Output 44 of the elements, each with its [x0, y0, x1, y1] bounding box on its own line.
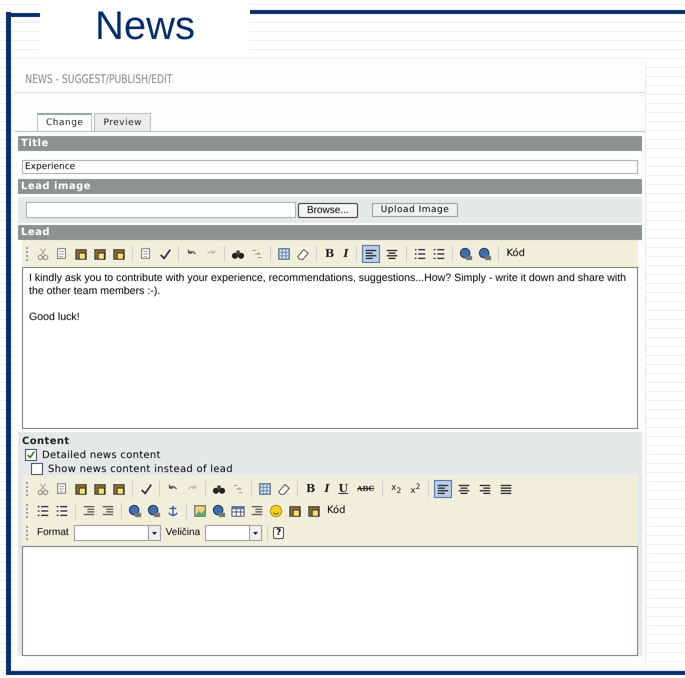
lead-paragraph: Good luck! [29, 311, 81, 324]
checkbox-label: Show news content instead of lead [48, 464, 233, 474]
upload-button[interactable]: Upload Image [372, 203, 458, 217]
cut-icon[interactable] [35, 246, 51, 262]
page-heading: NEWS - SUGGEST/PUBLISH/EDIT [24, 71, 174, 88]
checkbox[interactable] [25, 449, 37, 461]
format-button[interactable]: B [322, 247, 338, 260]
align-left-icon[interactable] [434, 480, 452, 498]
checkbox-label: Detailed news content [42, 450, 161, 460]
script-button[interactable]: x$_{2}$ [388, 482, 404, 494]
section-header: Lead image [18, 179, 642, 194]
browse-button[interactable]: Browse... [298, 202, 358, 218]
unlink-icon[interactable] [146, 502, 162, 518]
image-icon[interactable] [192, 502, 208, 518]
cut-icon[interactable] [35, 480, 51, 496]
format-dropdown[interactable] [74, 524, 161, 540]
format-button[interactable]: B [303, 482, 318, 495]
section-header: Title [18, 136, 642, 151]
size-label: Veličina [166, 527, 200, 538]
help-button[interactable]: ? [273, 526, 284, 538]
title-field[interactable]: Experience [22, 160, 638, 174]
format-button[interactable]: U [335, 482, 352, 495]
source-code-button[interactable]: Kód [325, 505, 348, 516]
size-dropdown[interactable] [205, 524, 262, 540]
tab[interactable]: Change [37, 113, 92, 131]
format-label: Format [37, 527, 69, 538]
align-left-icon[interactable] [362, 244, 380, 262]
checkbox[interactable] [31, 463, 43, 475]
file-path-field[interactable] [26, 202, 296, 218]
tab[interactable]: Preview [94, 113, 152, 131]
format-button[interactable]: I [340, 247, 352, 260]
link-icon[interactable] [127, 502, 143, 518]
link-icon[interactable] [458, 246, 474, 262]
lead-text-area[interactable]: I kindly ask you to contribute with your experience, recommendations, suggestions...How? Simply - write it down and share with the other team members :-). Good luck! [22, 267, 638, 429]
unlink-icon[interactable] [477, 246, 494, 262]
select-all-icon[interactable] [276, 246, 292, 262]
content-text-area[interactable] [22, 546, 638, 656]
format-button[interactable]: I [321, 482, 332, 495]
lead-paragraph: I kindly ask you to contribute with your experience, recommendations, suggestions...How? Simply - write it down and share with the other team members :-). [29, 272, 628, 298]
content-label: Content [22, 436, 71, 447]
script-button[interactable]: x$^{2}$ [407, 482, 424, 496]
section-header: Lead [18, 225, 642, 240]
select-all-icon[interactable] [257, 480, 273, 496]
source-code-button[interactable]: Kód [504, 248, 527, 259]
